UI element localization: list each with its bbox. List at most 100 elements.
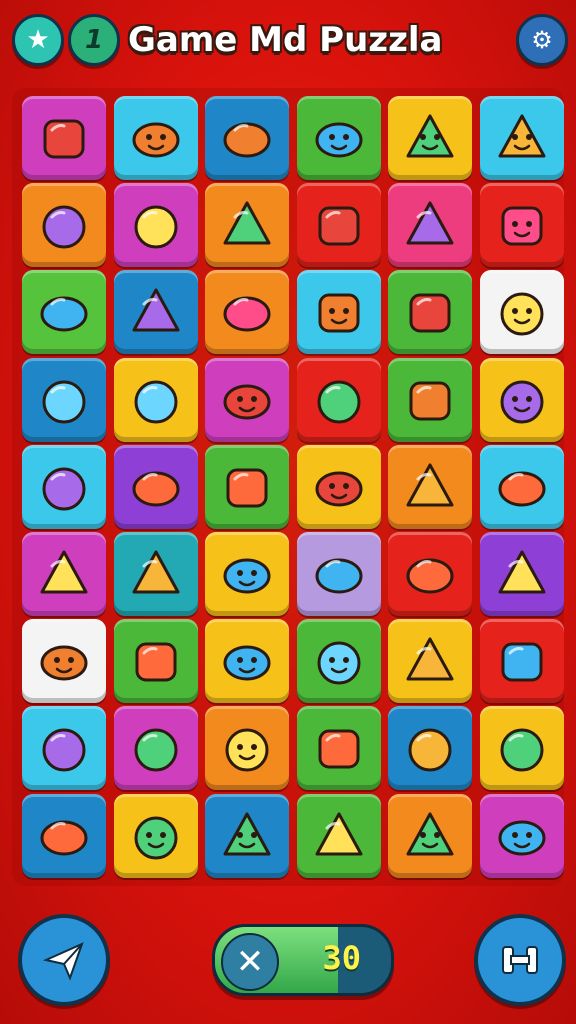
tile-r2-c1[interactable] (22, 183, 106, 268)
tile-r3-c2[interactable] (113, 270, 198, 355)
tile-r8-c3[interactable] (205, 706, 290, 791)
wink-chick-icon (134, 816, 178, 860)
tile-r2-c5[interactable] (388, 183, 473, 268)
level-number: 1 (84, 25, 104, 55)
tile-r3-c6[interactable] (480, 270, 564, 355)
dumbbell-icon (502, 946, 538, 974)
tile-r7-c4[interactable] (296, 619, 381, 704)
pink-cat-icon (223, 558, 271, 594)
tile-r5-c4[interactable] (296, 444, 381, 529)
tile-r1-c5[interactable] (388, 96, 473, 180)
tile-r4-c4[interactable] (296, 357, 381, 442)
tile-r3-c5[interactable] (388, 270, 473, 355)
tile-r1-c2[interactable] (113, 96, 198, 180)
tile-r2-c6[interactable] (480, 183, 564, 268)
tile-r3-c1[interactable] (22, 270, 106, 355)
cupcake-icon (408, 728, 452, 772)
fox-face-icon (498, 820, 546, 856)
noodle-box-icon (409, 381, 451, 421)
tile-r6-c3[interactable] (205, 532, 290, 616)
tile-r8-c5[interactable] (388, 706, 473, 791)
tile-r4-c6[interactable] (480, 357, 564, 442)
paper-plane-icon (42, 942, 84, 981)
tile-r5-c1[interactable] (22, 444, 106, 529)
bucket-icon (134, 205, 178, 249)
close-icon[interactable]: ✕ (221, 933, 279, 991)
monkey-icon (315, 122, 363, 158)
target-icon (318, 206, 360, 246)
leaf-gem-icon (315, 812, 363, 856)
tile-r9-c3[interactable] (205, 793, 290, 878)
tile-r6-c1[interactable] (22, 532, 106, 616)
tile-r9-c1[interactable] (22, 793, 106, 878)
orange-compass-icon (40, 820, 88, 856)
tile-r5-c2[interactable] (113, 444, 198, 529)
tile-r2-c4[interactable] (296, 183, 381, 268)
tile-r9-c5[interactable] (388, 793, 473, 878)
robot-icon (134, 380, 178, 424)
tile-r7-c3[interactable] (205, 619, 290, 704)
pink-monster-icon (223, 384, 271, 420)
radish-icon (226, 468, 268, 508)
sun-icon (498, 550, 546, 594)
tile-r5-c5[interactable] (388, 444, 473, 529)
game-title: Game Md Puzzla (128, 20, 443, 60)
glue-icon (409, 293, 451, 333)
send-button[interactable] (18, 914, 110, 1006)
tile-r1-c1[interactable] (22, 96, 106, 180)
tile-r2-c3[interactable] (205, 183, 290, 268)
tile-r1-c4[interactable] (296, 96, 381, 180)
tile-r9-c6[interactable] (480, 793, 564, 878)
tile-r4-c2[interactable] (113, 357, 198, 442)
tile-r7-c2[interactable] (113, 619, 198, 704)
bottle-icon (42, 205, 86, 249)
planet-icon (132, 550, 180, 594)
orange-blob-icon (498, 114, 546, 158)
tile-r2-c2[interactable] (113, 183, 198, 268)
puzzle-board (12, 88, 564, 886)
tile-r7-c6[interactable] (480, 619, 564, 704)
hat-cake-icon (134, 728, 178, 772)
top-bar: ★ 1 Game Md Puzzla ⚙ (0, 0, 576, 88)
crayon-icon (42, 728, 86, 772)
tile-r8-c2[interactable] (113, 706, 198, 791)
orange-lion-icon (132, 122, 180, 158)
settings-button[interactable]: ⚙ (516, 14, 568, 66)
pause-button[interactable] (474, 914, 566, 1006)
tile-r7-c5[interactable] (388, 619, 473, 704)
cat-face-icon (223, 812, 271, 856)
tile-r9-c4[interactable] (296, 793, 381, 878)
tile-r4-c1[interactable] (22, 357, 106, 442)
tile-r9-c2[interactable] (113, 793, 198, 878)
mushroom-icon (406, 637, 454, 681)
tile-r8-c1[interactable] (22, 706, 106, 791)
tile-r6-c4[interactable] (296, 532, 381, 616)
moves-count: 30 (322, 939, 361, 977)
tile-r6-c2[interactable] (113, 532, 198, 616)
tile-r4-c3[interactable] (205, 357, 290, 442)
red-ball-icon (498, 471, 546, 507)
cube-icon (318, 729, 360, 769)
cat-face-icon (406, 812, 454, 856)
tile-r6-c6[interactable] (480, 532, 564, 616)
blue-egg-icon (500, 728, 544, 772)
tile-r4-c5[interactable] (388, 357, 473, 442)
tile-r3-c4[interactable] (296, 270, 381, 355)
tile-r6-c5[interactable] (388, 532, 473, 616)
wink-face-icon (315, 471, 363, 507)
tile-r1-c6[interactable] (480, 96, 564, 180)
tile-r5-c3[interactable] (205, 444, 290, 529)
tile-r5-c6[interactable] (480, 444, 564, 529)
tile-r1-c3[interactable] (205, 96, 290, 180)
star-button[interactable]: ★ (12, 14, 64, 66)
tile-r8-c4[interactable] (296, 706, 381, 791)
tile-r3-c3[interactable] (205, 270, 290, 355)
moves-counter: ✕ 30 (212, 924, 394, 996)
camera-box-icon (132, 471, 180, 507)
green-bottle-icon (406, 463, 454, 507)
tile-r7-c1[interactable] (22, 619, 106, 704)
green-slime-icon (500, 292, 544, 336)
tile-r8-c6[interactable] (480, 706, 564, 791)
level-badge[interactable]: 1 (68, 14, 120, 66)
strawberry-icon (406, 558, 454, 594)
